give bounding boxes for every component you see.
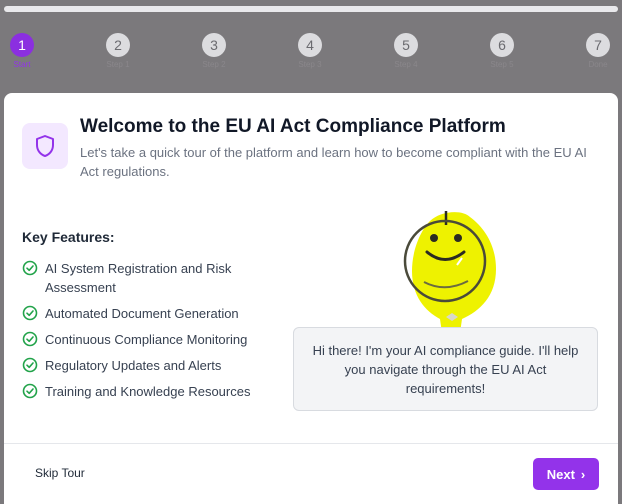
- step-1[interactable]: 1 Start: [0, 33, 52, 69]
- step-5[interactable]: 5 Step 4: [376, 33, 436, 69]
- stepper: 1 Start 2 Step 1 3 Step 2 4 Step 3 5 Ste…: [0, 33, 622, 77]
- features-heading: Key Features:: [22, 229, 115, 245]
- step-7[interactable]: 7 Done: [568, 33, 622, 69]
- guide-speech-bubble: Hi there! I'm your AI compliance guide. …: [293, 327, 598, 411]
- step-number: 5: [394, 33, 418, 57]
- step-label: Step 5: [490, 60, 514, 69]
- skip-tour-button[interactable]: Skip Tour: [35, 466, 85, 480]
- step-label: Step 4: [394, 60, 418, 69]
- step-label: Step 3: [298, 60, 322, 69]
- step-label: Done: [588, 60, 608, 69]
- step-number: 7: [586, 33, 610, 57]
- bubble-text: Hi there! I'm your AI compliance guide. …: [312, 342, 579, 396]
- check-circle-icon: [22, 305, 38, 321]
- tour-dialog: Welcome to the EU AI Act Compliance Plat…: [4, 93, 618, 504]
- step-4[interactable]: 4 Step 3: [280, 33, 340, 69]
- dialog-title: Welcome to the EU AI Act Compliance Plat…: [80, 116, 506, 137]
- step-number: 2: [106, 33, 130, 57]
- step-6[interactable]: 6 Step 5: [472, 33, 532, 69]
- feature-label: AI System Registration and Risk Assessme…: [45, 261, 232, 295]
- list-item: Automated Document Generation: [22, 304, 262, 323]
- feature-label: Continuous Compliance Monitoring: [45, 332, 248, 347]
- step-number: 1: [10, 33, 34, 57]
- list-item: Training and Knowledge Resources: [22, 382, 262, 401]
- check-circle-icon: [22, 383, 38, 399]
- step-number: 6: [490, 33, 514, 57]
- check-circle-icon: [22, 357, 38, 373]
- check-circle-icon: [22, 331, 38, 347]
- step-number: 4: [298, 33, 322, 57]
- dialog-subtitle: Let's take a quick tour of the platform …: [80, 145, 587, 179]
- list-item: Continuous Compliance Monitoring: [22, 330, 262, 349]
- next-button[interactable]: Next ›: [533, 458, 599, 490]
- progress-bar: [4, 6, 618, 12]
- step-2[interactable]: 2 Step 1: [88, 33, 148, 69]
- check-circle-icon: [22, 260, 38, 276]
- step-label: Step 2: [202, 60, 226, 69]
- features-list: AI System Registration and Risk Assessme…: [22, 259, 262, 408]
- step-label: Start: [13, 60, 31, 69]
- divider: [4, 443, 618, 444]
- step-3[interactable]: 3 Step 2: [184, 33, 244, 69]
- smiley-mascot-icon: [403, 211, 496, 341]
- feature-label: Automated Document Generation: [45, 306, 239, 321]
- list-item: AI System Registration and Risk Assessme…: [22, 259, 262, 297]
- feature-label: Regulatory Updates and Alerts: [45, 358, 222, 373]
- feature-label: Training and Knowledge Resources: [45, 384, 251, 399]
- chevron-right-icon: ›: [580, 466, 586, 482]
- next-button-label: Next: [546, 466, 575, 482]
- step-number: 3: [202, 33, 226, 57]
- list-item: Regulatory Updates and Alerts: [22, 356, 262, 375]
- step-label: Step 1: [106, 60, 130, 69]
- shield-icon: [22, 123, 68, 169]
